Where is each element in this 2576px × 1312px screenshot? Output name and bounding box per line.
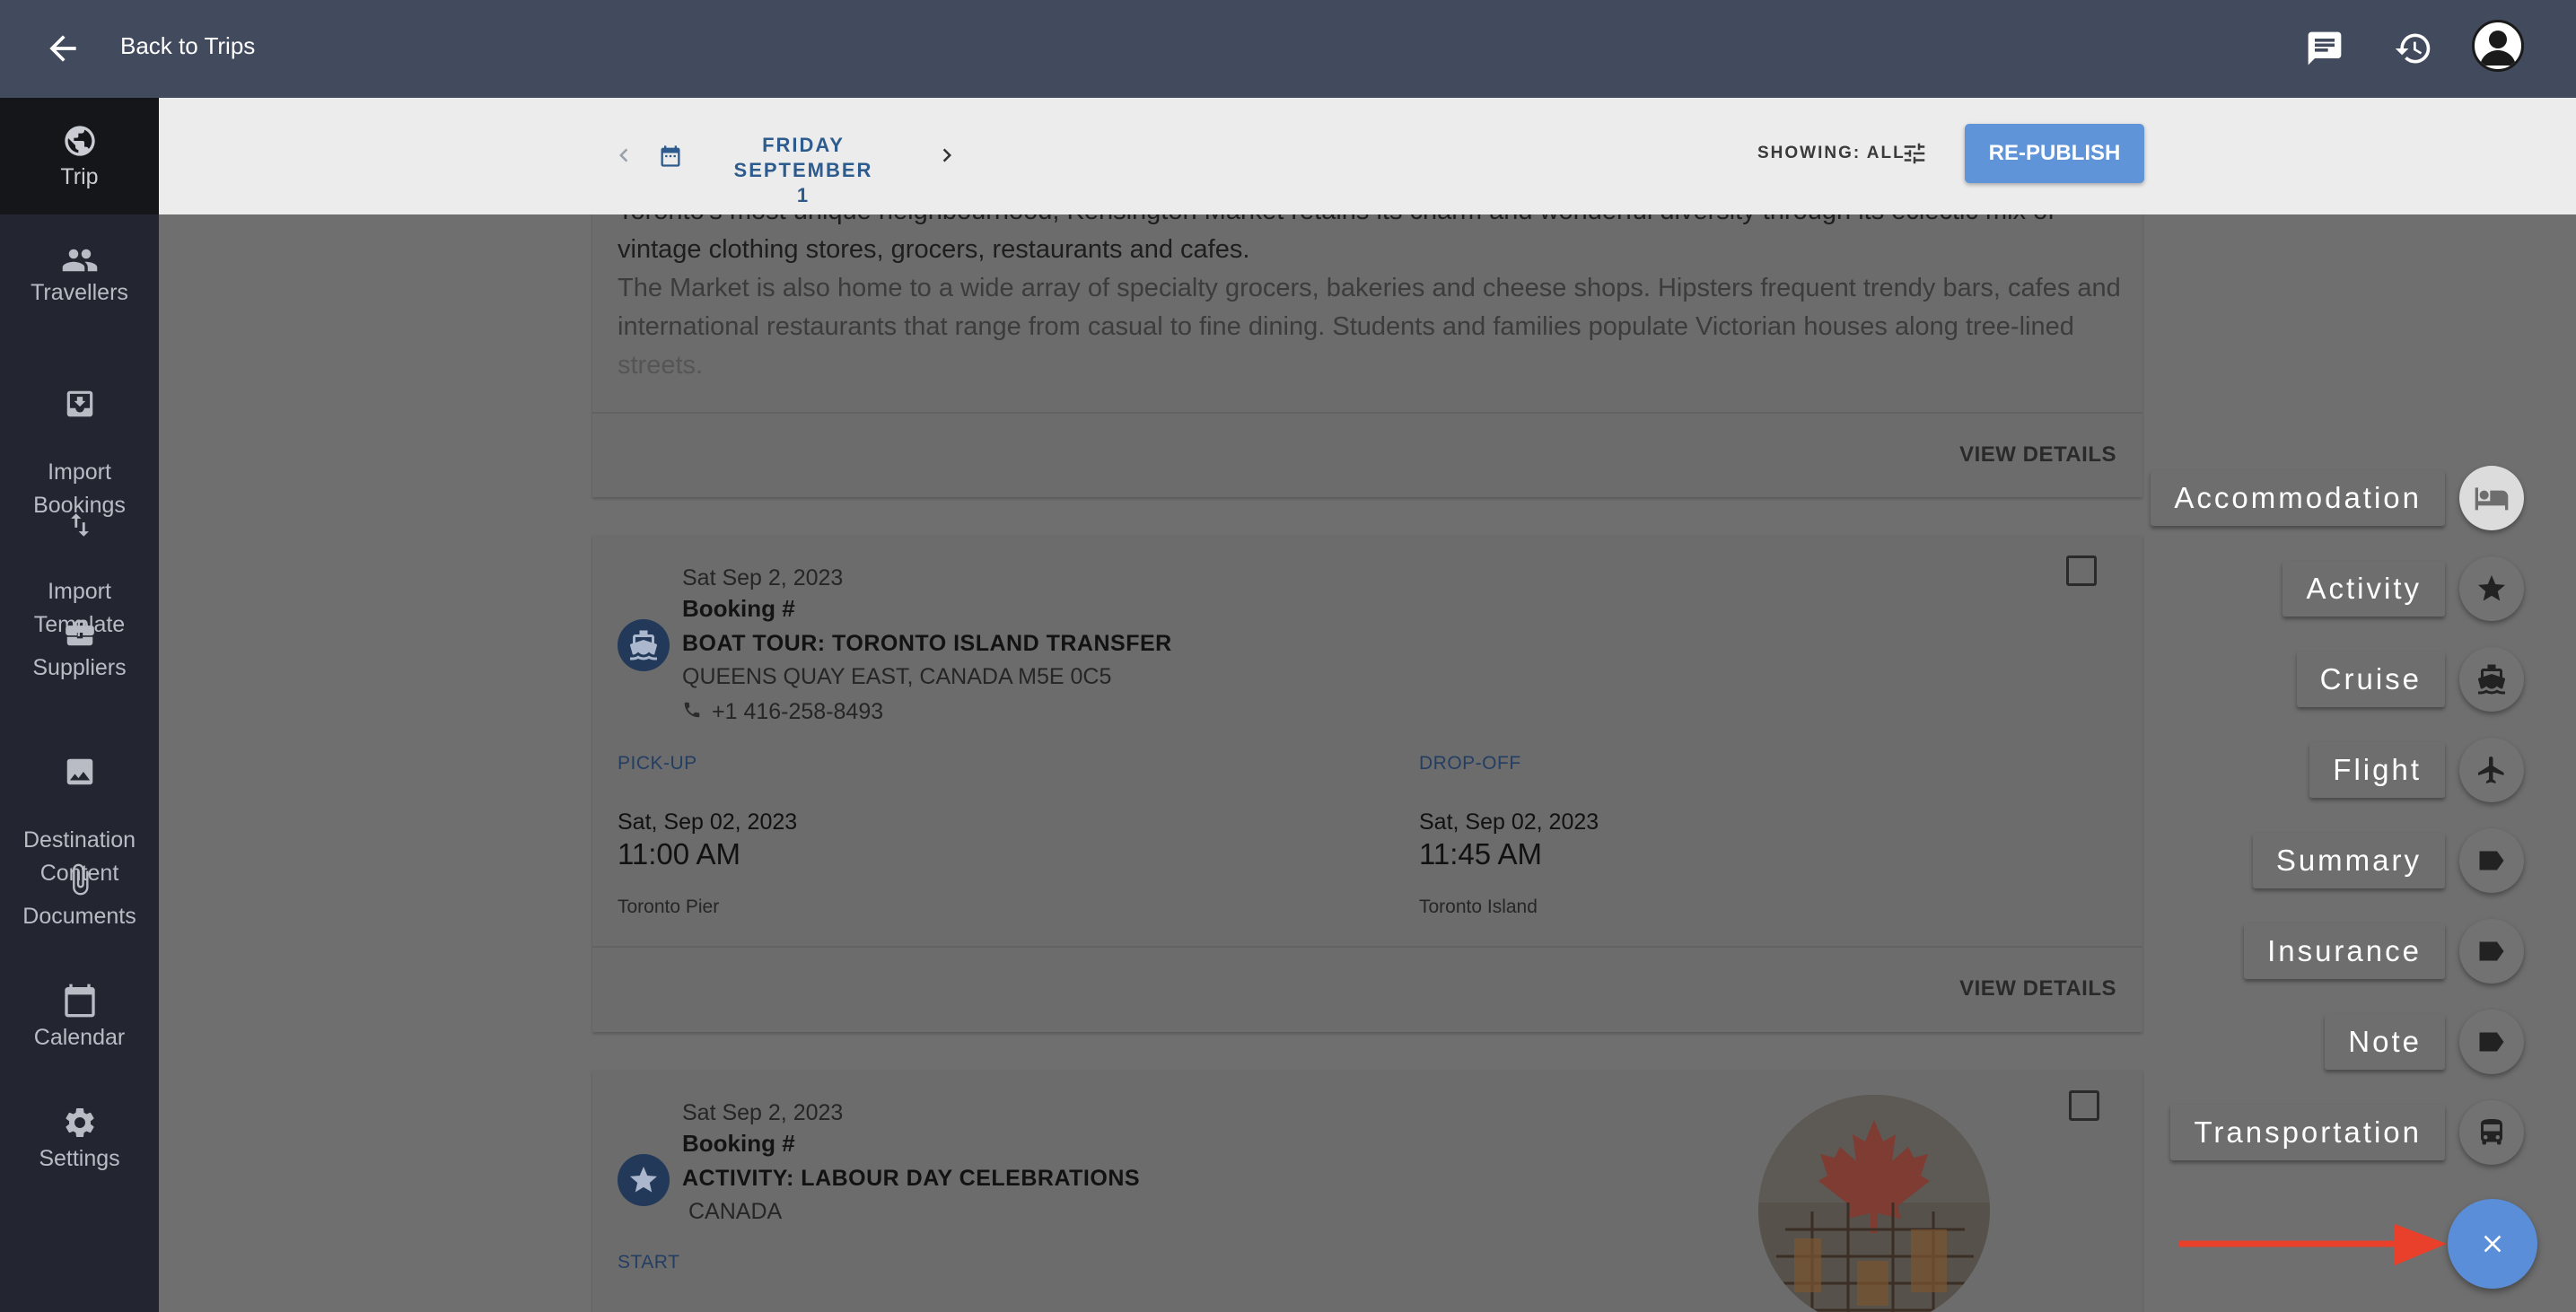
history-icon[interactable] — [2388, 23, 2439, 74]
start-label: START — [618, 1252, 680, 1273]
fab-item-cruise[interactable]: Cruise — [0, 647, 2576, 713]
fab-item-insurance[interactable]: Insurance — [0, 919, 2576, 985]
sidebar-item-trip[interactable]: Trip — [0, 98, 159, 214]
annotation-arrow-icon — [2179, 1220, 2449, 1275]
tune-icon[interactable] — [1901, 140, 1928, 171]
pickup-place: Toronto Pier — [618, 897, 720, 917]
sidebar-item-label: Travellers — [31, 280, 128, 305]
fab-item-summary[interactable]: Summary — [0, 828, 2576, 895]
fab-item-activity[interactable]: Activity — [0, 556, 2576, 623]
chevron-left-icon[interactable] — [610, 139, 637, 176]
fab-label[interactable]: Flight — [2309, 742, 2445, 798]
fab-label[interactable]: Cruise — [2296, 652, 2445, 707]
current-date: FRIDAY SEPTEMBER 1 — [691, 133, 916, 208]
back-to-trips-link[interactable]: Back to Trips — [120, 32, 255, 60]
fab-label[interactable]: Note — [2325, 1014, 2445, 1070]
label-icon[interactable] — [2459, 919, 2524, 984]
sidebar-item-travellers[interactable]: Travellers — [0, 246, 159, 310]
star-icon[interactable] — [2459, 556, 2524, 621]
label-icon[interactable] — [2459, 828, 2524, 893]
bed-icon[interactable] — [2459, 466, 2524, 530]
calendar-icon — [658, 144, 683, 173]
back-arrow-icon[interactable] — [43, 29, 83, 68]
bus-icon[interactable] — [2459, 1100, 2524, 1165]
description-line: vintage clothing stores, grocers, restau… — [618, 235, 1250, 264]
top-bar: Back to Trips — [0, 0, 2576, 98]
view-details-button[interactable]: VIEW DETAILS — [1959, 442, 2116, 468]
fab-item-flight[interactable]: Flight — [0, 738, 2576, 804]
date-line: 1 — [796, 184, 810, 206]
fab-item-accommodation[interactable]: Accommodation — [0, 466, 2576, 532]
description-line: streets. — [618, 351, 704, 380]
chevron-right-icon[interactable] — [933, 139, 960, 176]
airplane-icon[interactable] — [2459, 738, 2524, 802]
booking-title: ACTIVITY: LABOUR DAY CELEBRATIONS — [682, 1166, 1141, 1191]
chat-icon[interactable] — [2300, 23, 2350, 74]
dropoff-place: Toronto Island — [1419, 897, 1538, 917]
globe-icon — [64, 126, 95, 156]
fab-item-transportation[interactable]: Transportation — [0, 1100, 2576, 1167]
date-header — [159, 98, 2576, 214]
fab-close-button[interactable] — [2448, 1199, 2537, 1289]
ship-icon[interactable] — [2459, 647, 2524, 712]
date-line: FRIDAY SEPTEMBER — [733, 134, 873, 181]
fab-label[interactable]: Summary — [2252, 833, 2445, 888]
account-avatar-icon[interactable] — [2472, 20, 2524, 72]
fab-item-note[interactable]: Note — [0, 1010, 2576, 1076]
people-icon — [62, 249, 97, 272]
description-line: international restaurants that range fro… — [618, 312, 2074, 341]
republish-button[interactable]: RE-PUBLISH — [1965, 124, 2144, 183]
fab-label[interactable]: Insurance — [2244, 923, 2445, 979]
showing-filter-label[interactable]: SHOWING: ALL — [1757, 144, 1906, 163]
sidebar-item-label: Trip — [60, 164, 99, 189]
fab-label[interactable]: Accommodation — [2151, 470, 2445, 526]
import-icon — [66, 390, 92, 417]
fab-label[interactable]: Activity — [2282, 561, 2445, 617]
description-line: The Market is also home to a wide array … — [618, 274, 2121, 302]
destination-content-card: Toronto's most unique neighbourhood, Ken… — [592, 179, 2142, 497]
fab-label[interactable]: Transportation — [2170, 1105, 2445, 1160]
close-icon — [2484, 1235, 2502, 1253]
label-icon[interactable] — [2459, 1010, 2524, 1074]
booking-address: CANADA — [688, 1199, 783, 1224]
